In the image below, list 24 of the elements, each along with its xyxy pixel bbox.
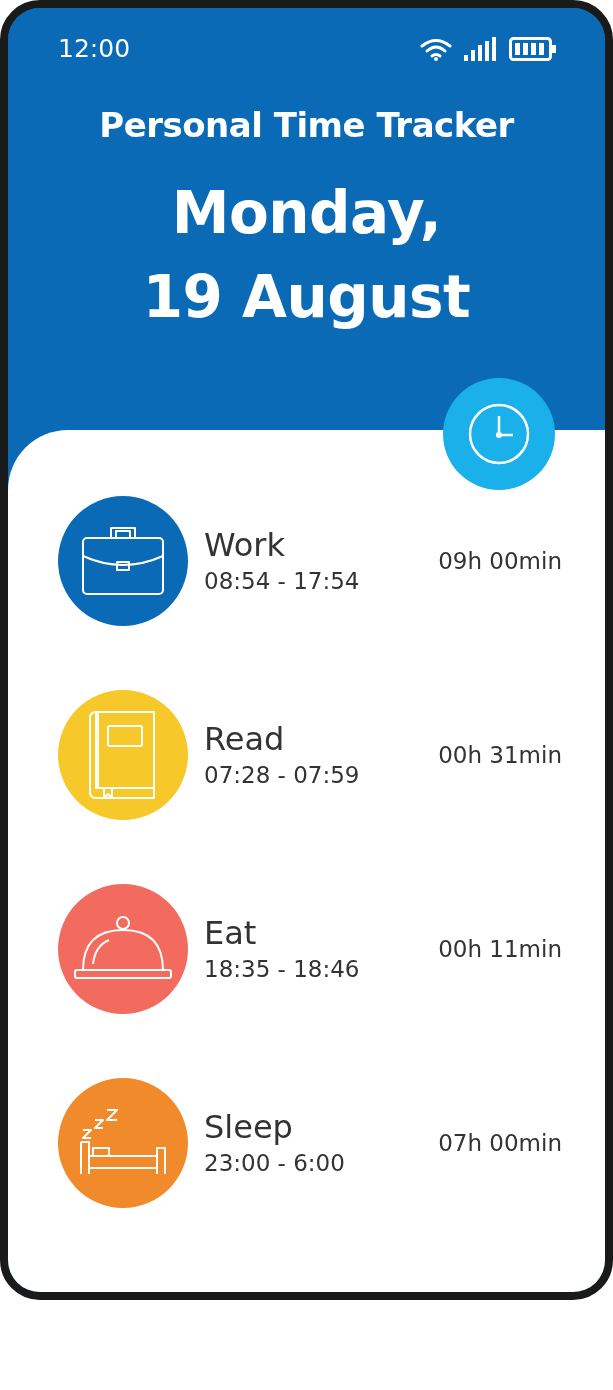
duration: 00h 11min [437,936,562,962]
activity-name: Read [204,719,286,759]
food-cover-icon [74,916,172,979]
battery-icon [509,36,557,61]
time-range: 23:00 - 6:00 [204,1149,346,1178]
duration: 00h 31min [437,742,562,768]
clock-icon [467,402,531,466]
duration: 09h 00min [437,548,562,574]
activity-name: Sleep [204,1107,294,1147]
book-icon [89,711,155,799]
app-title: Personal Time Tracker [99,105,514,145]
date-heading: Monday, [171,178,442,249]
briefcase-icon [82,527,164,595]
date-heading: 19 August [142,262,471,333]
duration: 07h 00min [437,1130,562,1156]
wifi-icon [419,36,453,61]
activity-name: Work [204,525,287,565]
time-range: 18:35 - 18:46 [204,955,361,984]
bed-icon [80,1109,166,1175]
status-time: 12:00 [58,34,131,63]
time-range: 07:28 - 07:59 [204,761,361,790]
activity-name: Eat [204,913,258,953]
signal-icon [463,36,499,61]
time-range: 08:54 - 17:54 [204,567,361,596]
